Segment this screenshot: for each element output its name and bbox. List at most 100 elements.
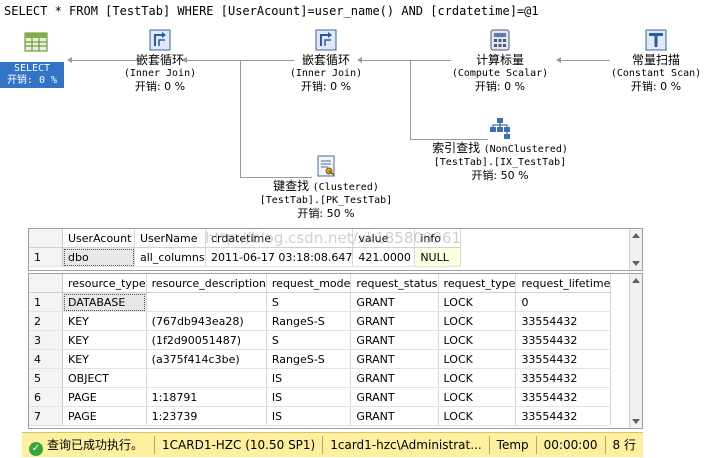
cell[interactable]: 33554432 bbox=[515, 368, 612, 388]
cell[interactable]: RangeS-S bbox=[266, 311, 352, 331]
cell[interactable]: LOCK bbox=[438, 368, 517, 388]
table-row[interactable]: 6 PAGE 1:18791 IS GRANT LOCK 33554432 bbox=[29, 387, 612, 407]
scroll-down-icon[interactable] bbox=[632, 261, 640, 266]
row-number[interactable]: 2 bbox=[29, 311, 63, 331]
cell[interactable]: IS bbox=[266, 368, 352, 388]
cell[interactable]: RangeS-S bbox=[266, 349, 352, 369]
query-text: SELECT * FROM [TestTab] WHERE [UserAcoun… bbox=[4, 4, 539, 18]
row-number[interactable]: 6 bbox=[29, 387, 63, 407]
column-header[interactable]: request_type bbox=[438, 274, 517, 293]
cell-useracount[interactable]: dbo bbox=[62, 247, 135, 267]
cell[interactable]: (1f2d90051487) bbox=[146, 330, 267, 350]
scroll-down-icon[interactable] bbox=[632, 419, 640, 424]
status-elapsed: 00:00:00 bbox=[535, 436, 605, 454]
cell[interactable]: GRANT bbox=[350, 387, 439, 407]
cell-crdatetime[interactable]: 2011-06-17 03:18:08.647 bbox=[205, 247, 354, 267]
plan-node-nested-loop-1[interactable]: 嵌套循环 (Inner Join) 开销: 0 % bbox=[104, 28, 216, 93]
cell[interactable]: GRANT bbox=[350, 406, 439, 426]
results-grid-2[interactable]: resource_type resource_description reque… bbox=[28, 273, 643, 429]
cell[interactable]: (767db943ea28) bbox=[146, 311, 267, 331]
table-row[interactable]: 3 KEY (1f2d90051487) S GRANT LOCK 335544… bbox=[29, 330, 612, 350]
cell[interactable]: 33554432 bbox=[515, 311, 612, 331]
plan-node-key-lookup[interactable]: 键查找 (Clustered) [TestTab].[PK_TestTab] 开… bbox=[250, 154, 402, 220]
cell[interactable] bbox=[146, 368, 267, 388]
cell[interactable]: (a375f414c3be) bbox=[146, 349, 267, 369]
cell-value[interactable]: 421.0000 bbox=[352, 247, 416, 267]
cell[interactable]: 33554432 bbox=[515, 406, 612, 426]
scroll-up-icon[interactable] bbox=[632, 278, 640, 283]
cell[interactable]: LOCK bbox=[438, 387, 517, 407]
header-row: UserAcount UserName crdatetime value inf… bbox=[29, 229, 462, 248]
cell[interactable]: DATABASE bbox=[62, 292, 147, 312]
column-header[interactable]: crdatetime bbox=[205, 229, 354, 248]
cell[interactable]: 33554432 bbox=[515, 387, 612, 407]
cell[interactable]: IS bbox=[266, 406, 352, 426]
cell[interactable]: IS bbox=[266, 387, 352, 407]
cell[interactable]: 33554432 bbox=[515, 330, 612, 350]
status-database: Temp bbox=[488, 436, 536, 454]
table-row[interactable]: 1 dbo all_columns 2011-06-17 03:18:08.64… bbox=[29, 247, 462, 267]
column-header[interactable]: value bbox=[352, 229, 416, 248]
node-subtitle: (Inner Join) bbox=[289, 68, 363, 79]
cell[interactable]: PAGE bbox=[62, 387, 147, 407]
row-number[interactable]: 1 bbox=[29, 247, 63, 267]
select-node-label[interactable]: SELECT 开销: 0 % bbox=[0, 62, 64, 88]
plan-node-nested-loop-2[interactable]: 嵌套循环 (Inner Join) 开销: 0 % bbox=[270, 28, 382, 93]
scroll-up-icon[interactable] bbox=[632, 233, 640, 238]
cell[interactable]: GRANT bbox=[350, 349, 439, 369]
cell[interactable]: GRANT bbox=[350, 330, 439, 350]
column-header[interactable]: UserName bbox=[134, 229, 206, 248]
plan-node-constant-scan[interactable]: 常量扫描 (Constant Scan) 开销: 0 % bbox=[604, 28, 705, 93]
cell-username[interactable]: all_columns bbox=[134, 247, 206, 267]
column-header[interactable]: request_lifetime bbox=[515, 274, 612, 293]
status-message: ✓ 查询已成功执行。 bbox=[22, 436, 154, 456]
node-name: 计算标量 bbox=[475, 53, 524, 67]
table-row[interactable]: 2 KEY (767db943ea28) RangeS-S GRANT LOCK… bbox=[29, 311, 612, 331]
cell[interactable]: LOCK bbox=[438, 330, 517, 350]
plan-node-compute-scalar[interactable]: 计算标量 (Compute Scalar) 开销: 0 % bbox=[444, 28, 556, 93]
row-number[interactable]: 4 bbox=[29, 349, 63, 369]
cell[interactable]: S bbox=[266, 292, 352, 312]
cell[interactable]: 33554432 bbox=[515, 349, 612, 369]
column-header[interactable]: request_mode bbox=[266, 274, 352, 293]
arrow-head bbox=[67, 57, 72, 63]
status-user: 1card1-hzc\Administrat... bbox=[322, 436, 488, 454]
column-header[interactable]: UserAcount bbox=[62, 229, 135, 248]
cell[interactable]: LOCK bbox=[438, 406, 517, 426]
column-header[interactable]: info bbox=[414, 229, 462, 248]
cell[interactable]: KEY bbox=[62, 349, 147, 369]
node-cost: 开销: 0 % bbox=[474, 80, 526, 93]
results-grid-1[interactable]: UserAcount UserName crdatetime value inf… bbox=[28, 228, 643, 271]
table-row[interactable]: 7 PAGE 1:23739 IS GRANT LOCK 33554432 bbox=[29, 406, 612, 426]
cell[interactable]: LOCK bbox=[438, 349, 517, 369]
cell[interactable]: S bbox=[266, 330, 352, 350]
column-header[interactable]: request_status bbox=[350, 274, 439, 293]
cell[interactable]: 1:23739 bbox=[146, 406, 267, 426]
column-header[interactable]: resource_description bbox=[146, 274, 267, 293]
cell[interactable]: KEY bbox=[62, 330, 147, 350]
vertical-scrollbar[interactable] bbox=[629, 274, 642, 428]
column-header[interactable]: resource_type bbox=[62, 274, 147, 293]
row-number[interactable]: 1 bbox=[29, 292, 63, 312]
table-row[interactable]: 4 KEY (a375f414c3be) RangeS-S GRANT LOCK… bbox=[29, 349, 612, 369]
row-number[interactable]: 7 bbox=[29, 406, 63, 426]
row-number[interactable]: 3 bbox=[29, 330, 63, 350]
table-row[interactable]: 5 OBJECT IS GRANT LOCK 33554432 bbox=[29, 368, 612, 388]
cell[interactable]: PAGE bbox=[62, 406, 147, 426]
cell[interactable]: OBJECT bbox=[62, 368, 147, 388]
row-number[interactable]: 5 bbox=[29, 368, 63, 388]
cell[interactable]: 1:18791 bbox=[146, 387, 267, 407]
plan-node-select[interactable] bbox=[8, 30, 64, 56]
cell[interactable]: LOCK bbox=[438, 311, 517, 331]
cell[interactable]: LOCK bbox=[438, 292, 517, 312]
cell[interactable] bbox=[146, 292, 267, 312]
vertical-scrollbar[interactable] bbox=[629, 229, 642, 270]
cell-info[interactable]: NULL bbox=[414, 247, 462, 267]
cell[interactable]: 0 bbox=[515, 292, 612, 312]
table-row[interactable]: 1 DATABASE S GRANT LOCK 0 bbox=[29, 292, 612, 312]
plan-node-index-seek[interactable]: 索引查找 (NonClustered) [TestTab].[IX_TestTa… bbox=[420, 116, 580, 182]
cell[interactable]: GRANT bbox=[350, 368, 439, 388]
cell[interactable]: GRANT bbox=[350, 311, 439, 331]
cell[interactable]: KEY bbox=[62, 311, 147, 331]
cell[interactable]: GRANT bbox=[350, 292, 439, 312]
